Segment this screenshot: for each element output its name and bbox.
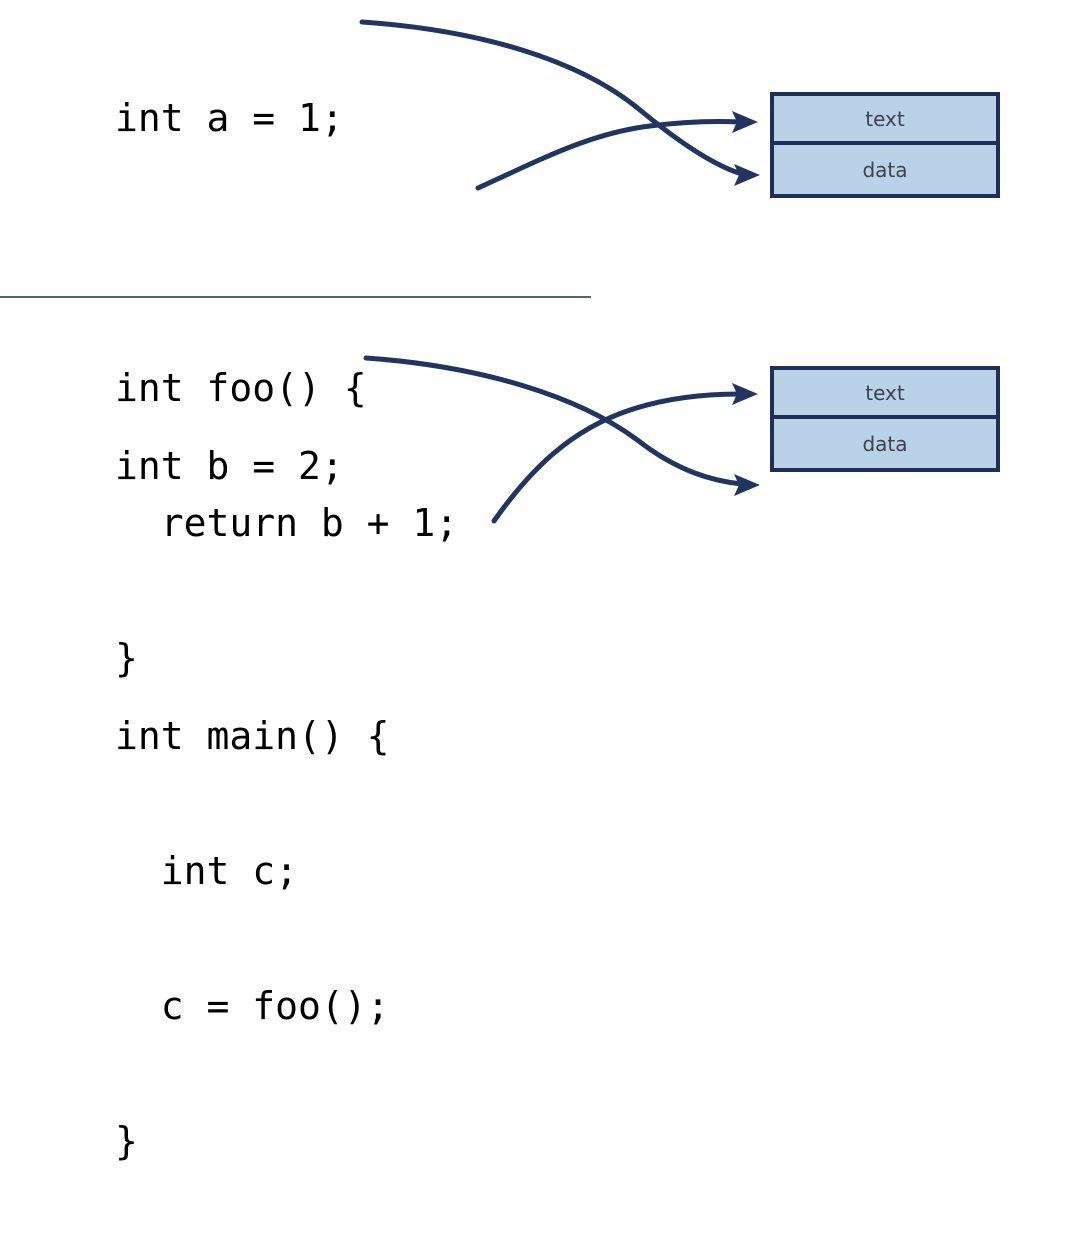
- arrow-unit-b-ref-to-text: [491, 383, 758, 524]
- code-block-unit-b: int b = 2; int main() { int c; c = foo()…: [115, 354, 390, 1254]
- code-line: int c;: [115, 849, 299, 893]
- arrow-unit-a-ref-to-text: [475, 111, 758, 191]
- code-line: int b = 2;: [115, 444, 344, 488]
- section-divider: [0, 296, 591, 298]
- memory-segment-text: text: [774, 370, 996, 419]
- code-line: c = foo();: [115, 984, 390, 1028]
- memory-segment-text: text: [774, 96, 996, 145]
- code-line: int main() {: [115, 714, 390, 758]
- memory-box-unit-b: text data: [770, 366, 1000, 472]
- memory-box-unit-a: text data: [770, 92, 1000, 198]
- code-line: }: [115, 1119, 138, 1163]
- memory-segment-data: data: [862, 157, 908, 182]
- code-line: int a = 1;: [115, 96, 344, 140]
- memory-segment-data: data: [862, 431, 908, 456]
- diagram-canvas: int a = 1; int foo() { return b + 1; } t…: [0, 0, 1080, 1163]
